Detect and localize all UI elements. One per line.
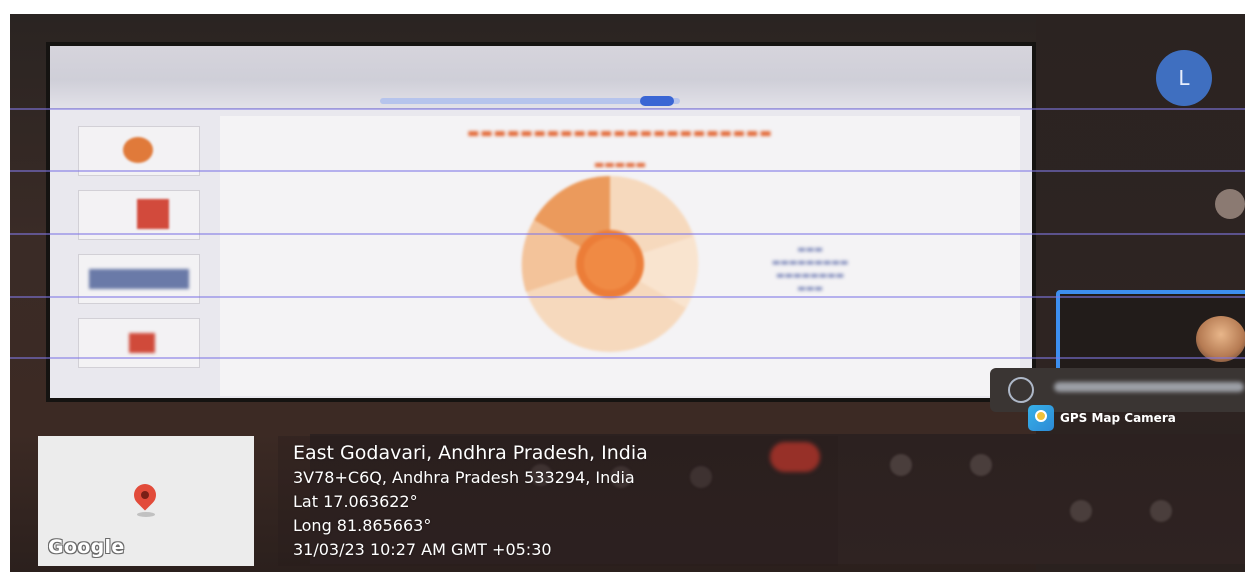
current-slide: ▬▬▬▬▬▬▬▬▬▬▬▬▬▬▬▬▬▬▬▬▬▬▬ ▬▬▬▬▬ ▬▬▬ ▬▬▬▬▬▬▬… [220, 116, 1020, 396]
ribbon-button [640, 96, 674, 106]
control-icon[interactable] [890, 454, 912, 476]
participant-face [1196, 316, 1245, 362]
location-place: East Godavari, Andhra Pradesh, India [293, 442, 648, 464]
presenter-screen: ▬▬▬▬▬▬▬▬▬▬▬▬▬▬▬▬▬▬▬▬▬▬▬ ▬▬▬▬▬ ▬▬▬ ▬▬▬▬▬▬▬… [46, 42, 1036, 402]
control-icon[interactable] [1070, 500, 1092, 522]
map-pin-icon [129, 479, 161, 511]
participant-avatar-initial: L [1156, 50, 1212, 106]
scan-artifact-line [10, 108, 1245, 110]
ribbon-bar [380, 98, 680, 104]
scan-artifact-line [10, 170, 1245, 172]
location-datetime: 31/03/23 10:27 AM GMT +05:30 [293, 540, 552, 559]
location-latitude: Lat 17.063622° [293, 492, 418, 511]
slide-thumbnail-panel [58, 116, 208, 396]
control-icon[interactable] [970, 454, 992, 476]
slide-title-blurred: ▬▬▬▬▬▬▬▬▬▬▬▬▬▬▬▬▬▬▬▬▬▬▬ [467, 126, 773, 141]
map-pin-shadow [137, 512, 155, 517]
participant-avatar [1215, 189, 1245, 219]
location-longitude: Long 81.865663° [293, 516, 432, 535]
scan-artifact-line [10, 296, 1245, 298]
presenting-text-blurred [1054, 382, 1244, 392]
slide-wheel-diagram [521, 176, 699, 352]
map-thumbnail: Google [38, 436, 254, 566]
gps-map-camera-icon [1028, 405, 1054, 431]
slide-note-blurred: ▬▬▬ ▬▬▬▬▬▬▬▬▬ ▬▬▬▬▬▬▬▬ ▬▬▬ [771, 245, 849, 294]
screen-share-icon [1008, 377, 1034, 403]
google-logo: Google [48, 536, 125, 558]
slide-thumbnail [78, 126, 200, 176]
slide-thumbnail [78, 318, 200, 368]
presentation-ribbon [50, 46, 1032, 109]
scan-artifact-line [10, 357, 1245, 359]
location-info-panel: East Godavari, Andhra Pradesh, India 3V7… [278, 436, 838, 566]
gps-map-camera-badge: GPS Map Camera [1028, 405, 1176, 431]
control-icon[interactable] [1150, 500, 1172, 522]
location-address: 3V78+C6Q, Andhra Pradesh 533294, India [293, 468, 635, 487]
gps-app-name: GPS Map Camera [1060, 411, 1176, 425]
scan-artifact-line [10, 233, 1245, 235]
